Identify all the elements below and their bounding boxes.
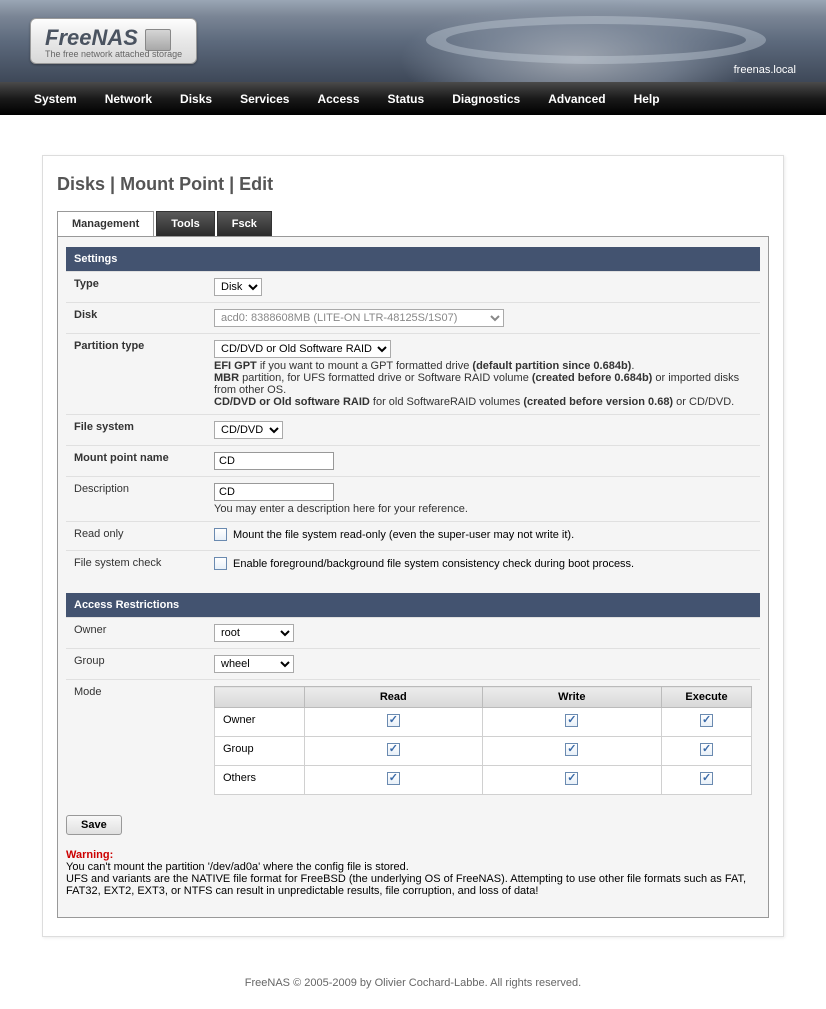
tab-content: Settings Type Disk Disk acd0: 8388608MB … [57,236,769,918]
fscheck-help: Enable foreground/background file system… [233,558,634,570]
partition-type-select[interactable]: CD/DVD or Old Software RAID [214,340,391,358]
filesystem-select[interactable]: CD/DVD [214,421,283,439]
nav-disks[interactable]: Disks [166,92,226,106]
product-tagline: The free network attached storage [45,49,182,59]
section-settings: Settings [66,247,760,271]
label-group: Group [66,648,206,679]
readonly-help: Mount the file system read-only (even th… [233,529,574,541]
type-select[interactable]: Disk [214,278,262,296]
label-mountname: Mount point name [66,445,206,476]
section-access: Access Restrictions [66,593,760,617]
label-fscheck: File system check [66,550,206,579]
label-owner: Owner [66,617,206,648]
tab-bar: Management Tools Fsck [57,211,769,236]
mode-row-group: Group [215,737,752,766]
nav-advanced[interactable]: Advanced [534,92,619,106]
breadcrumb-disks: Disks [57,174,105,194]
mode-hdr-read: Read [305,687,483,708]
logo: FreeNAS The free network attached storag… [30,18,197,64]
main-nav: System Network Disks Services Access Sta… [0,82,826,115]
mode-row-owner: Owner [215,708,752,737]
tab-fsck[interactable]: Fsck [217,211,272,236]
label-type: Type [66,271,206,302]
nav-services[interactable]: Services [226,92,303,106]
others-read-checkbox[interactable] [387,772,400,785]
group-write-checkbox[interactable] [565,743,578,756]
nav-network[interactable]: Network [91,92,166,106]
header-decor-ring [426,16,766,64]
owner-execute-checkbox[interactable] [700,714,713,727]
label-mode: Mode [66,679,206,801]
mode-row-others: Others [215,766,752,795]
label-readonly: Read only [66,521,206,550]
label-description: Description [66,476,206,521]
content-panel: Disks | Mount Point | Edit Management To… [42,155,784,937]
nav-diagnostics[interactable]: Diagnostics [438,92,534,106]
warning-line2: UFS and variants are the NATIVE file for… [66,873,746,897]
server-icon [145,29,171,51]
partition-help: EFI GPT if you want to mount a GPT forma… [214,360,752,408]
disk-select[interactable]: acd0: 8388608MB (LITE-ON LTR-48125S/1S07… [214,309,504,327]
breadcrumb-edit: Edit [239,174,273,194]
tab-management[interactable]: Management [57,211,154,236]
label-filesystem: File system [66,414,206,445]
group-select[interactable]: wheel [214,655,294,673]
owner-read-checkbox[interactable] [387,714,400,727]
others-write-checkbox[interactable] [565,772,578,785]
nav-system[interactable]: System [20,92,91,106]
save-button[interactable]: Save [66,815,122,835]
breadcrumb: Disks | Mount Point | Edit [57,174,769,195]
nav-status[interactable]: Status [374,92,439,106]
fscheck-checkbox[interactable] [214,557,227,570]
mode-hdr-execute: Execute [662,687,752,708]
others-execute-checkbox[interactable] [700,772,713,785]
tab-tools[interactable]: Tools [156,211,215,236]
owner-select[interactable]: root [214,624,294,642]
warning-title: Warning: [66,849,113,861]
group-read-checkbox[interactable] [387,743,400,756]
hostname: freenas.local [734,64,796,76]
description-input[interactable] [214,483,334,501]
mode-hdr-write: Write [482,687,661,708]
readonly-checkbox[interactable] [214,528,227,541]
nav-access[interactable]: Access [303,92,373,106]
nav-help[interactable]: Help [620,92,674,106]
mode-table: Read Write Execute Owner Group [214,686,752,795]
warning-box: Warning: You can't mount the partition '… [66,849,760,897]
mode-hdr-blank [215,687,305,708]
mountname-input[interactable] [214,452,334,470]
breadcrumb-mountpoint: Mount Point [120,174,224,194]
description-help: You may enter a description here for you… [214,503,752,515]
label-disk: Disk [66,302,206,333]
app-header: FreeNAS The free network attached storag… [0,0,826,82]
group-execute-checkbox[interactable] [700,743,713,756]
label-partition: Partition type [66,333,206,414]
product-name: FreeNAS [45,25,138,51]
owner-write-checkbox[interactable] [565,714,578,727]
warning-line1: You can't mount the partition '/dev/ad0a… [66,861,409,873]
footer: FreeNAS © 2005-2009 by Olivier Cochard-L… [0,957,826,1009]
